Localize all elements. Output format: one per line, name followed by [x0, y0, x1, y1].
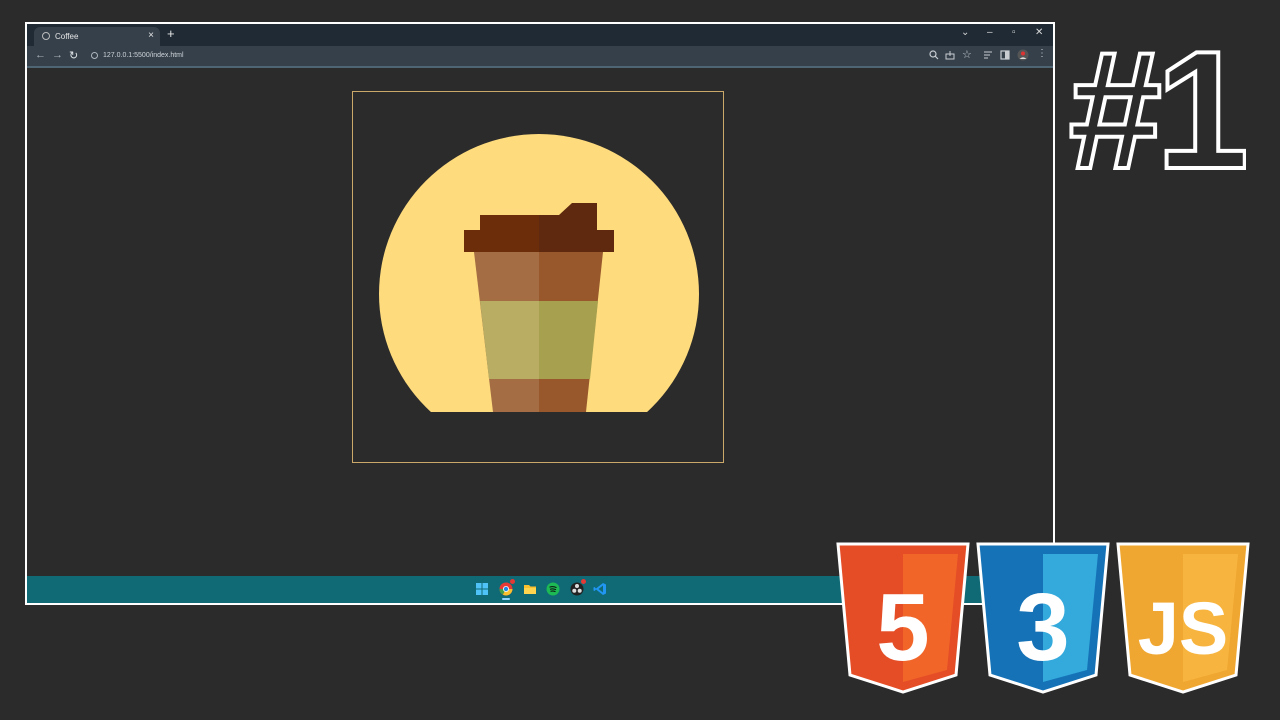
- url-text: 127.0.0.1:5500/index.html: [103, 52, 184, 59]
- reload-icon[interactable]: ↻: [69, 49, 78, 62]
- episode-label: #1: [1069, 20, 1245, 190]
- close-icon[interactable]: ×: [148, 30, 154, 41]
- reading-list-icon[interactable]: [983, 50, 993, 60]
- notification-badge: [581, 579, 586, 584]
- js-badge: JS: [1116, 542, 1250, 694]
- js-label: JS: [1138, 587, 1229, 670]
- cup-sleeve-right: [539, 301, 598, 379]
- browser-window: Coffee × + ⌄ – ▫ ✕ ← → ↻ 127.0.0.1:5500/…: [25, 22, 1055, 605]
- chevron-down-icon[interactable]: ⌄: [961, 27, 969, 38]
- file-explorer-icon[interactable]: [523, 582, 537, 596]
- css3-label: 3: [1016, 574, 1069, 681]
- coffee-cup-illustration: [379, 134, 699, 412]
- star-icon[interactable]: ☆: [962, 48, 972, 61]
- illustration-frame: [352, 91, 724, 463]
- zoom-icon[interactable]: [929, 50, 939, 60]
- address-bar[interactable]: 127.0.0.1:5500/index.html: [89, 49, 919, 63]
- obs-icon[interactable]: [570, 579, 586, 596]
- cup-lid-left: [464, 230, 539, 252]
- vscode-icon[interactable]: [593, 582, 607, 596]
- spotify-icon[interactable]: [546, 582, 560, 596]
- share-icon[interactable]: [945, 50, 955, 60]
- html5-badge: 5: [836, 542, 970, 694]
- forward-icon[interactable]: →: [52, 49, 63, 61]
- cup-lid-top-left: [480, 215, 539, 231]
- tab-title: Coffee: [55, 32, 79, 41]
- css3-badge: 3: [976, 542, 1110, 694]
- tab-coffee[interactable]: Coffee ×: [34, 27, 160, 46]
- sidebar-icon[interactable]: [1000, 50, 1010, 60]
- chrome-icon[interactable]: [499, 579, 515, 600]
- html5-label: 5: [876, 574, 929, 681]
- profile-icon[interactable]: [1017, 49, 1029, 61]
- minimize-icon[interactable]: –: [987, 27, 993, 38]
- more-icon[interactable]: ⋮: [1037, 48, 1047, 59]
- windows-start-icon[interactable]: [475, 582, 489, 596]
- episode-number: #1: [1067, 20, 1246, 190]
- cup-sleeve-left: [480, 301, 539, 379]
- back-icon[interactable]: ←: [35, 49, 46, 61]
- globe-icon: [42, 32, 50, 40]
- notification-badge: [510, 579, 515, 584]
- tab-strip: Coffee × + ⌄ – ▫ ✕: [27, 24, 1053, 46]
- new-tab-button[interactable]: +: [167, 26, 175, 41]
- active-indicator: [502, 598, 510, 600]
- restore-icon[interactable]: ▫: [1012, 27, 1016, 38]
- info-icon[interactable]: [91, 52, 98, 59]
- close-window-icon[interactable]: ✕: [1035, 27, 1043, 38]
- tech-badges: 5 3 JS: [836, 542, 1250, 694]
- cup-lid-right: [539, 230, 614, 252]
- browser-toolbar: ← → ↻ 127.0.0.1:5500/index.html ☆ ⋮: [27, 46, 1053, 66]
